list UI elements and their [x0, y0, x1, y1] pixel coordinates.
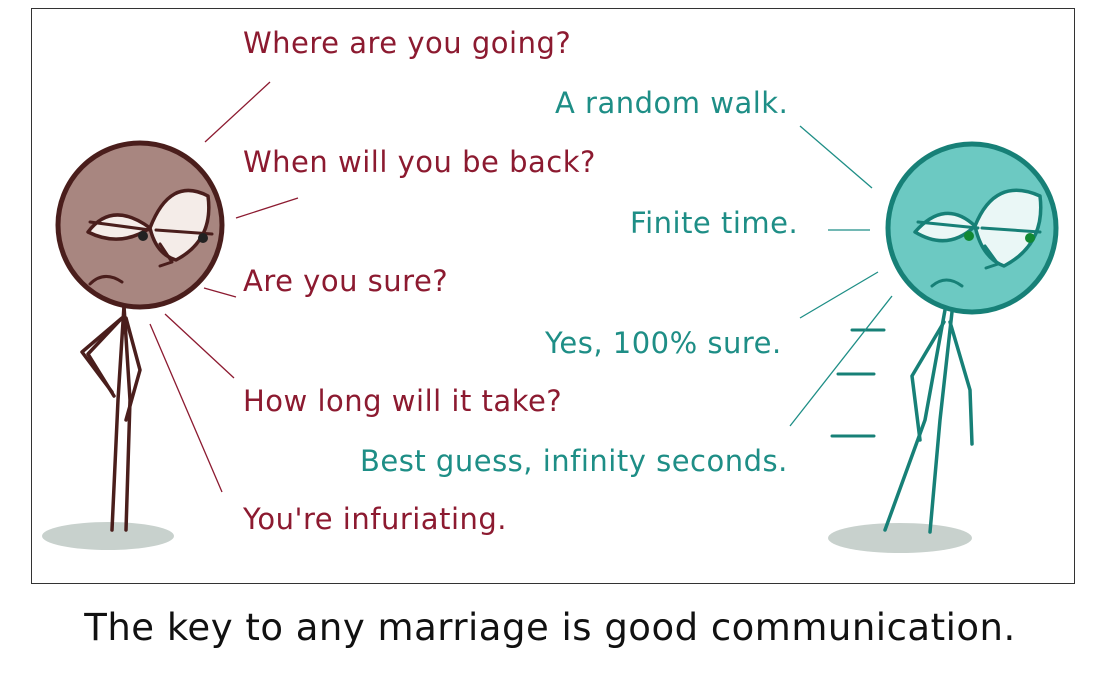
right-line-1: A random walk. — [555, 86, 789, 120]
right-line-4: Best guess, infinity seconds. — [360, 444, 788, 478]
left-line-3: Are you sure? — [243, 264, 449, 298]
left-line-2: When will you be back? — [243, 145, 596, 179]
right-line-3: Yes, 100% sure. — [545, 326, 782, 360]
comic-caption: The key to any marriage is good communic… — [84, 606, 1016, 649]
left-line-1: Where are you going? — [243, 26, 572, 60]
right-speech-pointers — [789, 125, 893, 427]
left-line-4: How long will it take? — [243, 384, 563, 418]
left-ground-shadow — [42, 522, 174, 550]
right-line-2: Finite time. — [630, 206, 799, 240]
left-line-5: You're infuriating. — [243, 502, 508, 536]
left-stick-figure — [55, 140, 225, 532]
right-stick-figure — [830, 141, 1059, 534]
right-ground-shadow — [828, 523, 972, 553]
